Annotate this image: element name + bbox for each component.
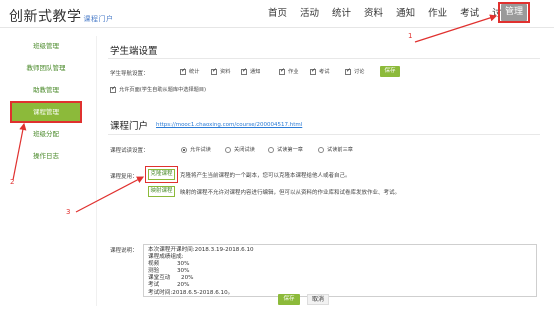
annotation-number-2: 2 (10, 178, 15, 186)
arrow-to-clone-course (75, 176, 145, 213)
arrow-to-manage (414, 14, 498, 43)
annotation-number-3: 3 (66, 208, 71, 216)
annotation-arrows (12, 14, 498, 213)
arrow-to-course-management (12, 122, 27, 181)
annotation-number-1: 1 (408, 32, 413, 40)
